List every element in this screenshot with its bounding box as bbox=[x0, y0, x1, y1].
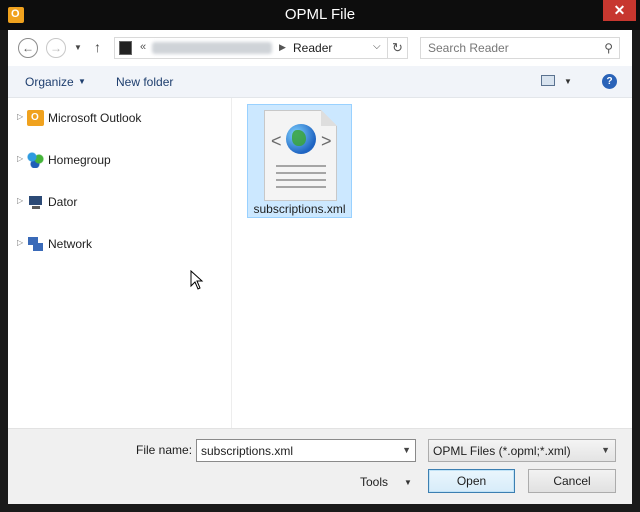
recent-locations-dropdown-icon[interactable]: ▼ bbox=[74, 43, 82, 52]
angle-left-glyph: < bbox=[271, 131, 282, 151]
organize-dropdown-icon[interactable]: ▼ bbox=[78, 77, 86, 86]
search-input[interactable]: Search Reader ⚲ bbox=[420, 37, 620, 59]
close-button[interactable]: ✕ bbox=[603, 0, 636, 21]
file-type-dropdown-icon[interactable]: ▼ bbox=[601, 445, 610, 455]
file-type-select[interactable]: OPML Files (*.opml;*.xml) ▼ bbox=[428, 439, 616, 462]
location-icon bbox=[119, 41, 132, 55]
sidebar-item-label: Homegroup bbox=[48, 153, 111, 167]
path-breadcrumb[interactable]: « ▶ Reader ⌵ ↻ bbox=[114, 37, 408, 59]
network-icon bbox=[27, 236, 44, 252]
sidebar-item-network[interactable]: ▷ Network bbox=[8, 234, 230, 256]
file-item[interactable]: < > subscriptions.xml bbox=[247, 104, 352, 218]
file-name-dropdown-icon[interactable]: ▼ bbox=[402, 445, 411, 455]
address-bar: ← → ▼ ↑ « ▶ Reader ⌵ ↻ Search Reader ⚲ bbox=[8, 30, 632, 66]
dialog-footer: File name: subscriptions.xml ▼ OPML File… bbox=[8, 428, 632, 504]
expand-caret-icon[interactable]: ▷ bbox=[17, 154, 23, 163]
back-button[interactable]: ← bbox=[18, 38, 38, 58]
title-bar: OPML File ✕ bbox=[0, 0, 640, 30]
sidebar-item-homegroup[interactable]: ▷ Homegroup bbox=[8, 150, 230, 172]
navigation-pane: ▷ Microsoft Outlook ▷ Homegroup ▷ Dator … bbox=[8, 98, 232, 428]
search-placeholder: Search Reader bbox=[428, 41, 509, 55]
open-button[interactable]: Open bbox=[428, 469, 515, 493]
organize-button[interactable]: Organize bbox=[25, 75, 74, 89]
sidebar-item-microsoft-outlook[interactable]: ▷ Microsoft Outlook bbox=[8, 108, 230, 130]
tools-button[interactable]: Tools ▼ bbox=[352, 471, 418, 493]
help-icon[interactable]: ? bbox=[602, 74, 617, 89]
up-folder-button[interactable]: ↑ bbox=[94, 39, 101, 55]
sidebar-item-dator[interactable]: ▷ Dator bbox=[8, 192, 230, 214]
new-folder-button[interactable]: New folder bbox=[116, 75, 173, 89]
expand-caret-icon[interactable]: ▷ bbox=[17, 238, 23, 247]
breadcrumb-chevron-icon[interactable]: ▶ bbox=[279, 42, 286, 53]
path-dropdown-icon[interactable]: ⌵ bbox=[373, 41, 381, 52]
file-name-label: subscriptions.xml bbox=[253, 202, 346, 216]
file-list: < > subscriptions.xml bbox=[232, 98, 632, 428]
tools-dropdown-icon[interactable]: ▼ bbox=[404, 478, 412, 487]
computer-icon bbox=[27, 194, 44, 210]
sidebar-item-label: Network bbox=[48, 237, 93, 251]
text-lines-decoration bbox=[276, 165, 326, 193]
change-view-icon[interactable] bbox=[541, 75, 555, 86]
window-title: OPML File bbox=[284, 6, 356, 23]
cancel-button[interactable]: Cancel bbox=[528, 469, 616, 493]
view-options-dropdown-icon[interactable]: ▼ bbox=[564, 77, 572, 86]
dialog-body: ← → ▼ ↑ « ▶ Reader ⌵ ↻ Search Reader ⚲ O… bbox=[8, 30, 632, 504]
file-name-field[interactable]: subscriptions.xml ▼ bbox=[196, 439, 416, 462]
breadcrumb-current[interactable]: Reader bbox=[293, 41, 332, 55]
sidebar-item-label: Dator bbox=[48, 195, 78, 209]
outlook-icon bbox=[27, 110, 44, 126]
angle-right-glyph: > bbox=[321, 131, 332, 151]
globe-icon bbox=[286, 124, 316, 154]
command-toolbar: Organize ▼ New folder ▼ ? bbox=[8, 66, 632, 98]
expand-caret-icon[interactable]: ▷ bbox=[17, 196, 23, 205]
forward-button[interactable]: → bbox=[46, 38, 66, 58]
file-type-value: OPML Files (*.opml;*.xml) bbox=[433, 444, 571, 458]
arrow-left-icon: ← bbox=[22, 41, 34, 55]
refresh-icon[interactable]: ↻ bbox=[387, 38, 407, 58]
xml-file-icon: < > bbox=[264, 110, 337, 201]
expand-caret-icon[interactable]: ▷ bbox=[17, 112, 23, 121]
sidebar-item-label: Microsoft Outlook bbox=[48, 111, 142, 125]
homegroup-icon bbox=[27, 152, 44, 168]
breadcrumb-blurred-account[interactable] bbox=[152, 42, 272, 54]
dialog-window: OPML File ✕ ← → ▼ ↑ « ▶ Reader ⌵ ↻ Sear bbox=[0, 0, 640, 512]
tools-label: Tools bbox=[360, 475, 389, 489]
search-icon[interactable]: ⚲ bbox=[604, 41, 613, 55]
file-name-value[interactable]: subscriptions.xml bbox=[201, 444, 293, 458]
breadcrumb-overflow[interactable]: « bbox=[140, 41, 146, 53]
arrow-right-icon: → bbox=[50, 41, 62, 55]
file-name-field-label: File name: bbox=[136, 443, 193, 457]
